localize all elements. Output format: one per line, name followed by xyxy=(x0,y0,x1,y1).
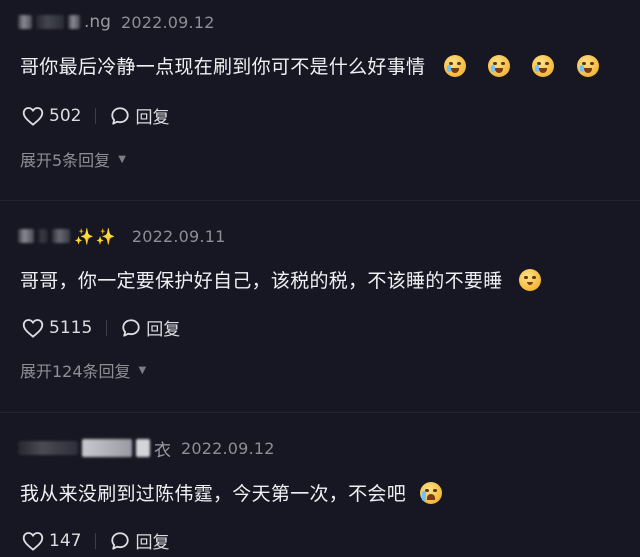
caret-down-icon: ▼ xyxy=(138,364,147,376)
username[interactable]: .ng xyxy=(84,12,111,32)
divider-bar xyxy=(106,319,108,336)
caret-down-icon: ▼ xyxy=(118,153,126,165)
expand-replies-button[interactable]: 展开124条回复 ▼ xyxy=(20,358,146,382)
like-count: 147 xyxy=(49,530,82,551)
sparkles-icon: ✨✨ xyxy=(74,226,118,246)
comment-header: .ng 2022.09.12 xyxy=(18,10,215,34)
reply-button[interactable]: 回复 xyxy=(110,103,169,128)
reply-label: 回复 xyxy=(135,108,170,128)
comment-header: 衣 2022.09.12 xyxy=(18,436,275,461)
reply-label: 回复 xyxy=(135,533,170,553)
like-button[interactable]: 5115 xyxy=(22,318,106,338)
blurred-username xyxy=(36,15,64,29)
like-button[interactable]: 502 xyxy=(22,106,95,126)
heart-icon xyxy=(22,531,44,551)
reply-label: 回复 xyxy=(146,320,181,340)
comment-date: 2022.09.12 xyxy=(181,438,275,458)
comment-text: 哥哥，你一定要保护好自己，该税的税，不该睡的不要睡 xyxy=(20,266,541,293)
username[interactable]: 衣 xyxy=(154,436,171,461)
comment-text: 哥你最后冷静一点现在刷到你可不是什么好事情 xyxy=(20,52,599,79)
comment-text: 我从来没刷到过陈伟霆，今天第一次，不会吧 xyxy=(20,479,443,506)
blurred-username xyxy=(18,441,78,455)
like-button[interactable]: 147 xyxy=(22,531,95,551)
blurred-username xyxy=(68,15,80,29)
crying-laughing-emoji-icon xyxy=(576,55,599,77)
comment-text-content: 哥哥，你一定要保护好自己，该税的税，不该睡的不要睡 xyxy=(20,270,503,292)
blurred-username xyxy=(82,439,132,457)
pleading-face-emoji-icon xyxy=(518,269,541,291)
comment-bubble-icon xyxy=(111,531,130,550)
comment-text-content: 哥你最后冷静一点现在刷到你可不是什么好事情 xyxy=(20,56,426,78)
reply-button[interactable]: 回复 xyxy=(121,315,180,340)
crying-laughing-emoji-icon xyxy=(532,55,555,77)
blurred-username xyxy=(52,229,70,243)
comment-divider xyxy=(0,412,640,413)
expand-replies-label: 展开124条回复 xyxy=(20,362,131,381)
crying-laughing-emoji-icon xyxy=(443,55,466,77)
divider-bar xyxy=(95,107,97,124)
comment-header: ✨✨ 2022.09.11 xyxy=(18,224,225,248)
comment-actions: 147 回复 xyxy=(22,528,169,553)
blurred-username xyxy=(18,15,32,29)
comment-divider xyxy=(0,200,640,201)
crying-laughing-emoji-icon xyxy=(488,55,510,77)
comment-date: 2022.09.11 xyxy=(131,226,226,246)
comment-bubble-icon xyxy=(122,318,140,337)
blurred-username xyxy=(38,229,48,243)
loudly-crying-emoji-icon xyxy=(420,482,443,504)
comment-actions: 502 回复 xyxy=(22,103,169,128)
comment-actions: 5115 回复 xyxy=(22,315,180,340)
like-count: 5115 xyxy=(49,317,93,338)
blurred-username xyxy=(18,229,34,243)
divider-bar xyxy=(95,532,97,549)
like-count: 502 xyxy=(49,105,82,126)
expand-replies-button[interactable]: 展开5条回复 ▼ xyxy=(20,147,126,171)
heart-icon xyxy=(22,318,44,338)
reply-button[interactable]: 回复 xyxy=(110,528,169,553)
blurred-username xyxy=(136,439,150,457)
heart-icon xyxy=(22,106,44,126)
expand-replies-label: 展开5条回复 xyxy=(20,151,111,170)
comment-bubble-icon xyxy=(111,106,130,125)
comment-text-content: 我从来没刷到过陈伟霆，今天第一次，不会吧 xyxy=(20,483,407,505)
comment-date: 2022.09.12 xyxy=(120,12,215,32)
